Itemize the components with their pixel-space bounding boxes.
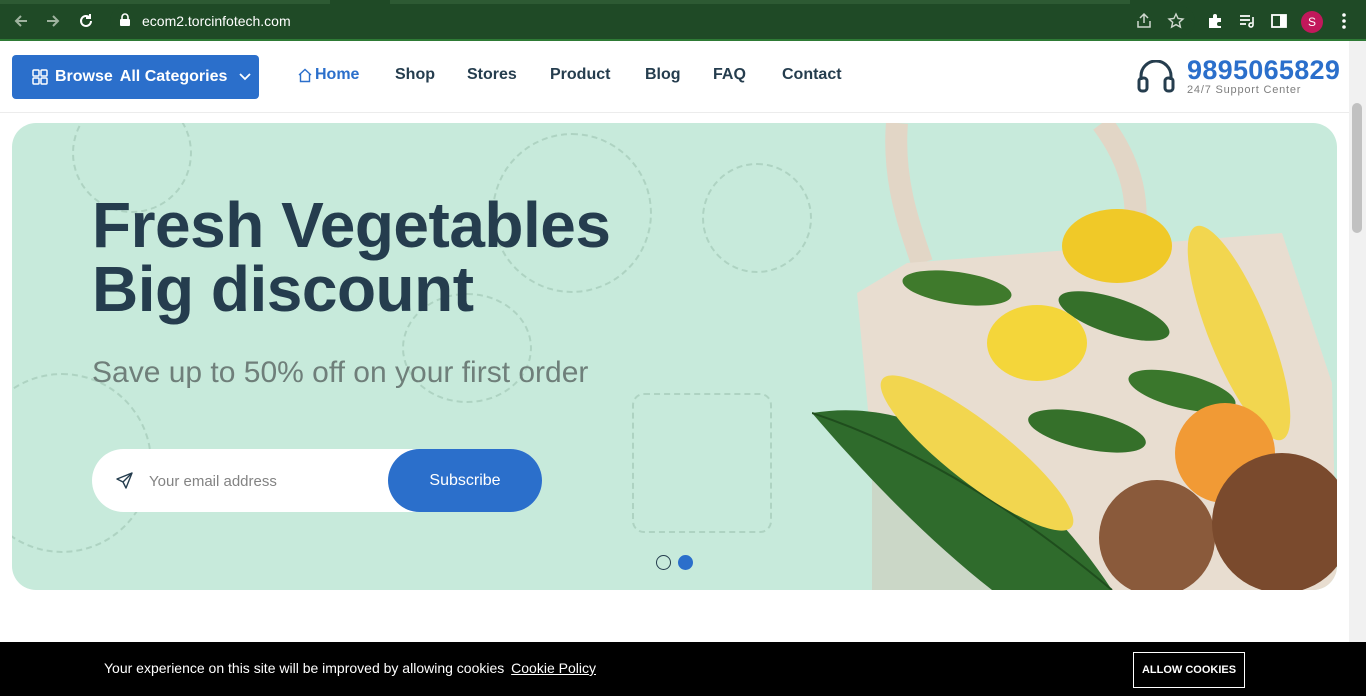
- slider-dot-2[interactable]: [678, 555, 693, 570]
- nav-stores[interactable]: Stores: [467, 66, 517, 84]
- hero-subtitle: Save up to 50% off on your first order: [92, 356, 589, 389]
- grid-icon: [32, 69, 48, 85]
- background-doodle: [702, 163, 812, 273]
- back-icon[interactable]: [10, 10, 32, 32]
- support-phone[interactable]: 9895065829: [1187, 55, 1340, 86]
- newsletter-form: Subscribe: [92, 449, 542, 512]
- cookie-message-row: Your experience on this site will be imp…: [104, 660, 596, 676]
- more-menu-icon[interactable]: [1333, 10, 1355, 32]
- slider-dot-1[interactable]: [656, 555, 671, 570]
- nav-home[interactable]: Home: [297, 66, 359, 84]
- browse-categories-button[interactable]: Browse All Categories: [12, 55, 259, 99]
- hero-banner: Fresh Vegetables Big discount Save up to…: [12, 123, 1337, 590]
- nav-faq[interactable]: FAQ: [713, 66, 746, 84]
- profile-avatar[interactable]: S: [1301, 11, 1323, 33]
- browser-tab-strip: [390, 0, 1130, 4]
- browse-label: Browse: [55, 68, 113, 85]
- background-doodle: [632, 393, 772, 533]
- nav-blog[interactable]: Blog: [645, 66, 681, 84]
- nav-contact[interactable]: Contact: [782, 66, 842, 84]
- extensions-icon[interactable]: [1204, 10, 1226, 32]
- bookmark-star-icon[interactable]: [1165, 10, 1187, 32]
- subscribe-button[interactable]: Subscribe: [388, 449, 542, 512]
- browser-toolbar: ecom2.torcinfotech.com S: [0, 0, 1366, 41]
- nav-shop[interactable]: Shop: [395, 66, 435, 84]
- hero-title-line2: Big discount: [92, 253, 474, 325]
- cookie-message: Your experience on this site will be imp…: [104, 660, 505, 676]
- browser-tab-strip: [0, 0, 330, 4]
- share-icon[interactable]: [1133, 10, 1155, 32]
- lock-icon: [119, 13, 131, 32]
- reload-icon[interactable]: [75, 10, 97, 32]
- site-header: Browse All Categories Home Shop Stores P…: [0, 41, 1349, 113]
- send-icon: [116, 472, 133, 489]
- cookie-policy-link[interactable]: Cookie Policy: [511, 660, 596, 676]
- url-text[interactable]: ecom2.torcinfotech.com: [142, 13, 291, 29]
- page-scrollbar[interactable]: [1349, 41, 1366, 696]
- email-input[interactable]: [149, 465, 379, 497]
- browse-label-categories: All Categories: [119, 68, 228, 85]
- vegetables-bag-image: [812, 123, 1337, 590]
- forward-icon[interactable]: [42, 10, 64, 32]
- hero-title-line1: Fresh Vegetables: [92, 189, 611, 261]
- nav-home-label: Home: [315, 66, 360, 83]
- chevron-down-icon: [239, 73, 252, 81]
- support-label: 24/7 Support Center: [1187, 84, 1302, 96]
- nav-product[interactable]: Product: [550, 66, 610, 84]
- hero-title: Fresh Vegetables Big discount: [92, 189, 611, 325]
- cookie-banner: Your experience on this site will be imp…: [0, 642, 1366, 696]
- home-icon: [298, 68, 312, 82]
- reading-list-icon[interactable]: [1236, 10, 1258, 32]
- scrollbar-thumb[interactable]: [1352, 103, 1362, 233]
- headset-icon: [1137, 60, 1175, 93]
- allow-cookies-button[interactable]: ALLOW COOKIES: [1133, 652, 1245, 688]
- side-panel-icon[interactable]: [1268, 10, 1290, 32]
- slider-dots: [656, 555, 693, 570]
